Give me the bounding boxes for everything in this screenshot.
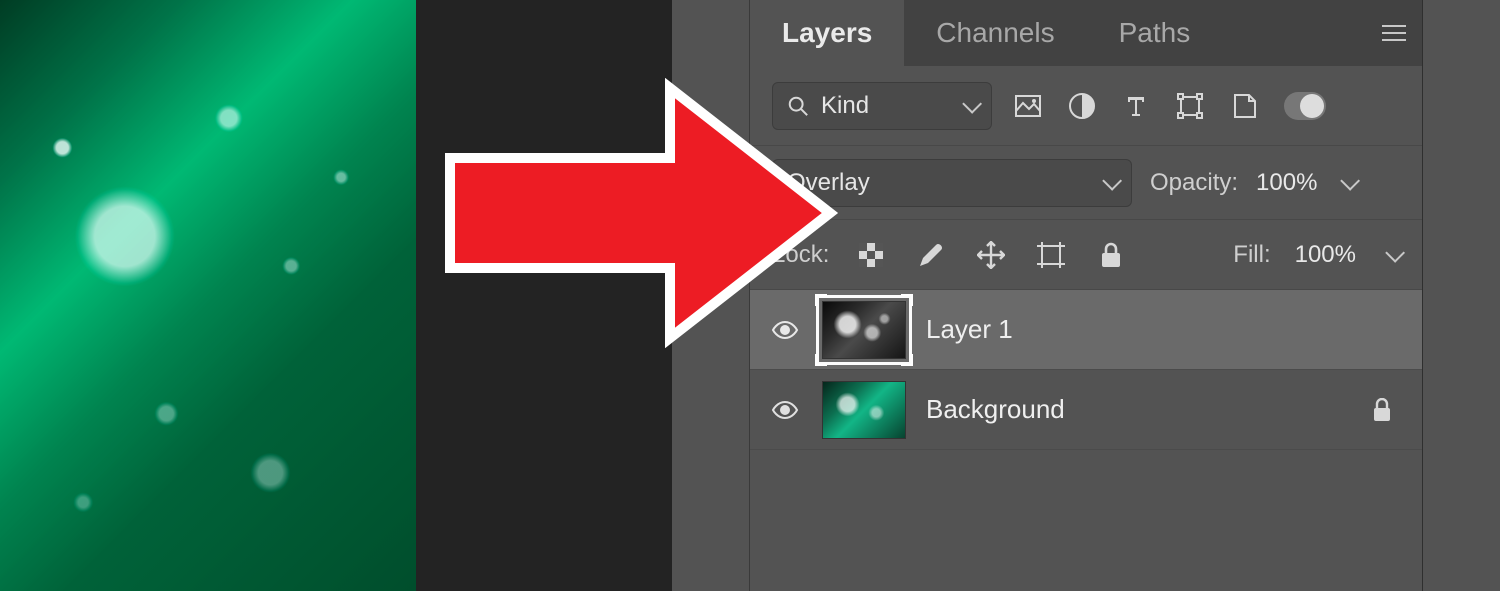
blend-row: Overlay Opacity: 100% <box>750 146 1422 220</box>
layer-row[interactable]: Layer 1 <box>750 290 1422 370</box>
opacity-label[interactable]: Opacity: <box>1150 169 1238 197</box>
layer-name[interactable]: Background <box>926 394 1065 425</box>
fill-label[interactable]: Fill: <box>1233 241 1270 269</box>
tab-channels[interactable]: Channels <box>904 0 1086 66</box>
layers-list: Layer 1 Background <box>750 290 1422 591</box>
layers-panel: Layers Channels Paths Kind <box>750 0 1422 591</box>
canvas-area[interactable] <box>0 0 416 591</box>
filter-adjustment-icon[interactable] <box>1064 88 1100 124</box>
chevron-down-icon <box>1102 170 1122 190</box>
filter-smartobject-icon[interactable] <box>1226 88 1262 124</box>
chevron-down-icon[interactable] <box>1385 242 1405 262</box>
lock-row: Lock: <box>750 220 1422 290</box>
panel-menu-button[interactable] <box>1366 0 1422 66</box>
filter-shape-icon[interactable] <box>1172 88 1208 124</box>
chevron-down-icon[interactable] <box>1341 170 1361 190</box>
panel-tabs: Layers Channels Paths <box>750 0 1422 66</box>
hamburger-icon <box>1382 32 1406 34</box>
lock-icon <box>1372 398 1392 422</box>
lock-image-icon[interactable] <box>913 237 949 273</box>
lock-artboard-icon[interactable] <box>1033 237 1069 273</box>
lock-transparency-icon[interactable] <box>853 237 889 273</box>
fill-value[interactable]: 100% <box>1295 241 1356 269</box>
filter-row: Kind <box>750 66 1422 146</box>
filter-pixel-icon[interactable] <box>1010 88 1046 124</box>
tab-paths[interactable]: Paths <box>1087 0 1223 66</box>
layer-thumbnail[interactable] <box>822 381 906 439</box>
filter-toggle[interactable] <box>1284 92 1326 120</box>
filter-type-icon[interactable] <box>1118 88 1154 124</box>
layer-name[interactable]: Layer 1 <box>926 314 1013 345</box>
document-image <box>0 0 416 591</box>
visibility-toggle[interactable] <box>768 400 802 420</box>
chevron-down-icon <box>962 93 982 113</box>
lock-all-icon[interactable] <box>1093 237 1129 273</box>
tab-layers[interactable]: Layers <box>750 0 904 66</box>
lock-position-icon[interactable] <box>973 237 1009 273</box>
panel-gutter-right <box>1422 0 1500 591</box>
layer-row[interactable]: Background <box>750 370 1422 450</box>
annotation-arrow <box>440 78 840 348</box>
opacity-value[interactable]: 100% <box>1256 169 1317 197</box>
